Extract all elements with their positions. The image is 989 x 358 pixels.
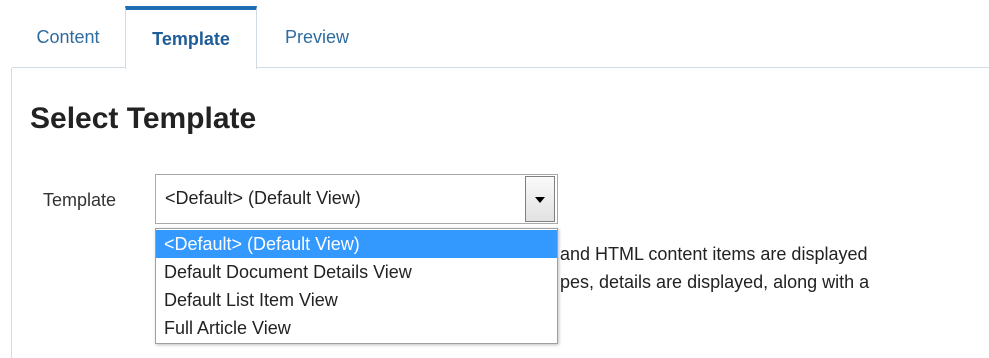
template-option-full-article[interactable]: Full Article View: [156, 314, 557, 342]
description-line-1: and HTML content items are displayed: [560, 244, 868, 264]
dropdown-button[interactable]: [525, 176, 555, 222]
template-option-document-details[interactable]: Default Document Details View: [156, 258, 557, 286]
chevron-down-icon: [535, 197, 545, 203]
description-line-2: pes, details are displayed, along with a: [560, 272, 870, 292]
template-select[interactable]: <Default> (Default View): [155, 174, 558, 224]
panel-border: [11, 68, 12, 358]
template-field-label: Template: [43, 190, 117, 210]
tab-content[interactable]: Content: [12, 6, 124, 68]
page-title: Select Template: [30, 102, 257, 135]
template-select-value: <Default> (Default View): [165, 188, 361, 208]
template-option-list-item[interactable]: Default List Item View: [156, 286, 557, 314]
tab-preview[interactable]: Preview: [257, 6, 377, 68]
tab-bar: Content Template Preview: [12, 6, 989, 69]
template-option-default[interactable]: <Default> (Default View): [156, 230, 557, 258]
tab-template[interactable]: Template: [125, 6, 257, 69]
template-dropdown-list: <Default> (Default View) Default Documen…: [155, 228, 558, 344]
